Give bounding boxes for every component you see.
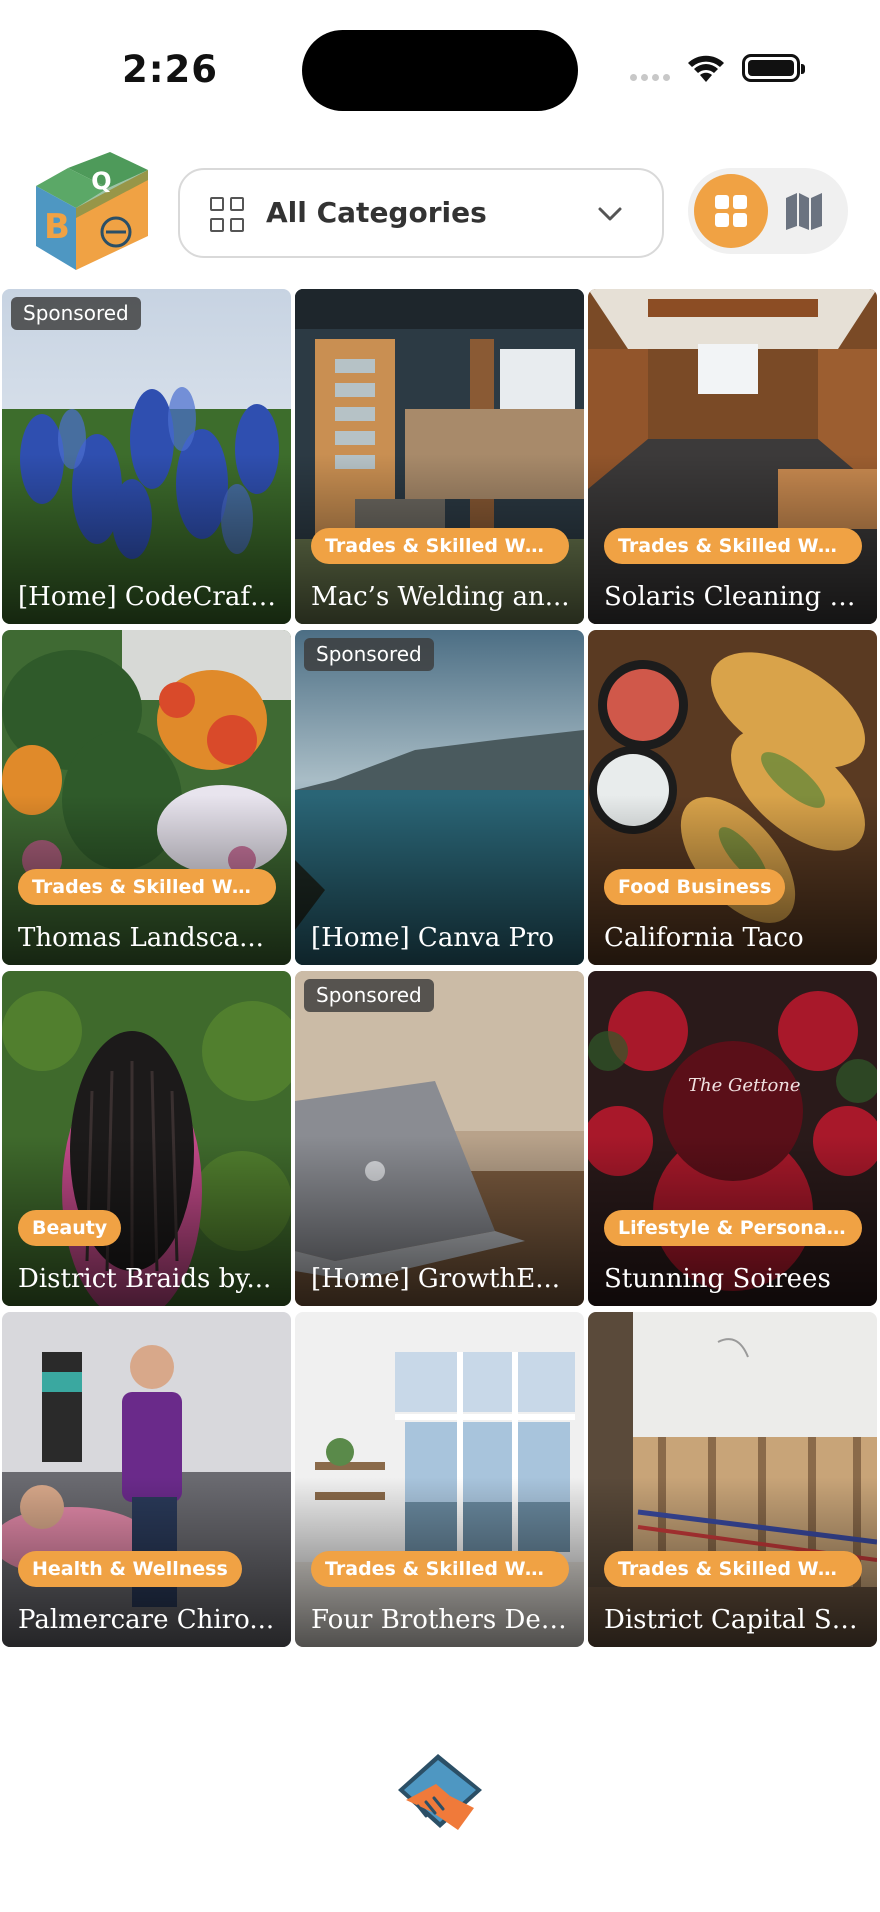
listing-title: Palmercare Chiro... [18, 1605, 275, 1635]
listing-title: Thomas Landsca... [18, 923, 264, 953]
listing-card[interactable]: Trades & Skilled Work Four Brothers Des.… [295, 1312, 584, 1647]
category-badge: Trades & Skilled Work [604, 1551, 862, 1587]
status-bar: 2:26 [0, 0, 880, 140]
status-time: 2:26 [122, 48, 219, 91]
listing-card[interactable]: Food Business California Taco [588, 630, 877, 965]
category-badge: Beauty [18, 1210, 122, 1246]
listing-title: Stunning Soirees [604, 1264, 831, 1294]
sponsored-label: Sponsored [304, 979, 434, 1012]
battery-icon [742, 54, 805, 82]
category-badge: Lifestyle & Personal Se... [604, 1210, 862, 1246]
category-badge: Trades & Skilled Work [18, 869, 276, 905]
svg-text:B: B [44, 207, 70, 247]
map-view-button[interactable] [782, 190, 826, 232]
listing-card[interactable]: Trades & Skilled Work Thomas Landsca... [2, 630, 291, 965]
chevron-down-icon [598, 207, 622, 221]
listing-card[interactable]: Trades & Skilled Work Solaris Cleaning S… [588, 289, 877, 624]
cellular-signal-icon [630, 74, 670, 81]
listing-card[interactable]: Beauty District Braids by... [2, 971, 291, 1306]
category-dropdown[interactable]: All Categories [178, 168, 664, 258]
listing-title: Mac’s Welding an... [311, 582, 570, 612]
listing-title: [Home] GrowthE... [311, 1264, 560, 1294]
category-badge: Health & Wellness [18, 1551, 242, 1587]
dynamic-island [302, 30, 578, 111]
wifi-icon [688, 55, 724, 82]
category-badge: Trades & Skilled Work [311, 1551, 569, 1587]
grid-outline-icon [210, 197, 245, 232]
grid-view-button[interactable] [694, 174, 768, 248]
handshake-icon [398, 1754, 482, 1830]
listing-card[interactable]: Trades & Skilled Work Mac’s Welding an..… [295, 289, 584, 624]
svg-text:Q: Q [90, 166, 113, 196]
grid-view-icon [715, 195, 747, 227]
listing-card[interactable]: The Gettone Lifestyle & Personal Se... S… [588, 971, 877, 1306]
category-badge: Trades & Skilled Work [604, 528, 862, 564]
listing-title: District Braids by... [18, 1264, 272, 1294]
listing-card[interactable]: Sponsored [Home] Canva Pro [295, 630, 584, 965]
category-badge: Food Business [604, 869, 786, 905]
listing-title: Solaris Cleaning S... [604, 582, 870, 612]
sponsored-label: Sponsored [11, 297, 141, 330]
listing-title: [Home] Canva Pro [311, 923, 555, 953]
listings-grid: Sponsored [Home] CodeCraft... Trades & S… [2, 289, 878, 1649]
qollaby-logo[interactable]: Q B [30, 150, 156, 272]
top-bar: Q B All Categories [0, 150, 880, 270]
listing-title: [Home] CodeCraft... [18, 582, 284, 612]
listing-card[interactable]: Sponsored [Home] GrowthE... [295, 971, 584, 1306]
view-toggle [688, 168, 848, 254]
category-label: All Categories [266, 196, 487, 229]
category-badge: Trades & Skilled Work [311, 528, 569, 564]
listing-card[interactable]: Trades & Skilled Work District Capital S… [588, 1312, 877, 1647]
svg-text:The Gettone: The Gettone [688, 1075, 801, 1096]
listing-title: California Taco [604, 923, 804, 953]
listing-card[interactable]: Sponsored [Home] CodeCraft... [2, 289, 291, 624]
sponsored-label: Sponsored [304, 638, 434, 671]
listing-title: District Capital Se... [604, 1605, 870, 1635]
listing-card[interactable]: Health & Wellness Palmercare Chiro... [2, 1312, 291, 1647]
listing-title: Four Brothers Des... [311, 1605, 577, 1635]
